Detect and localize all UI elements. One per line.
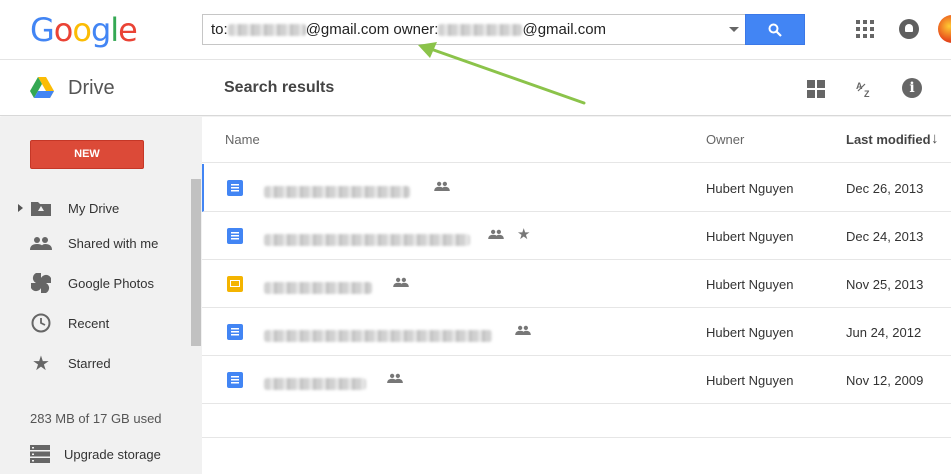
column-last-modified[interactable]: Last modified [846,132,931,147]
photos-icon [30,272,52,294]
sidebar-item-my-drive[interactable]: My Drive [0,194,190,222]
table-row[interactable]: Hubert Nguyen Nov 25, 2013 [202,260,951,308]
sidebar-item-recent[interactable]: Recent [0,309,190,337]
file-owner: Hubert Nguyen [706,373,794,388]
file-modified: Nov 12, 2009 [846,373,924,388]
clock-icon [30,312,52,334]
storage-usage: 283 MB of 17 GB used [30,411,162,426]
apps-grid-icon[interactable] [856,20,874,38]
sidebar-item-label: Starred [68,355,111,371]
table-row[interactable]: Hubert Nguyen Nov 12, 2009 [202,356,951,404]
file-list: Name Owner Last modified ↓ Hubert Nguyen… [202,117,951,474]
logo-letter: o [53,11,74,49]
file-modified: Nov 25, 2013 [846,277,924,292]
logo-letter: g [90,11,111,49]
file-owner: Hubert Nguyen [706,325,794,340]
sort-icon-glyph: A Z [856,81,871,99]
avatar[interactable] [938,15,951,43]
list-header: Name Owner Last modified ↓ [202,117,951,163]
sort-descending-arrow-icon[interactable]: ↓ [931,130,939,147]
sidebar-item-photos[interactable]: Google Photos [0,269,190,297]
sidebar-scrollbar[interactable] [191,179,201,346]
my-drive-icon [30,197,52,219]
new-button[interactable]: NEW [30,140,144,169]
file-name-redacted[interactable] [264,183,410,201]
upgrade-storage-label: Upgrade storage [64,446,161,462]
sidebar-item-label: Recent [68,315,110,331]
svg-text:Z: Z [864,89,870,99]
top-bar: Google to: @gmail.com owner: @gmail.com [0,0,951,60]
sidebar-item-shared[interactable]: Shared with me [0,229,190,257]
file-modified: Dec 26, 2013 [846,181,924,196]
shared-icon [393,277,409,287]
shared-icon [387,373,403,383]
sidebar-item-label: Google Photos [68,275,155,291]
shared-icon [488,229,504,239]
shared-icon [515,325,531,335]
sidebar-item-label: My Drive [68,200,120,216]
info-icon[interactable]: i [902,78,922,98]
logo-letter: G [30,11,55,49]
search-prefix: to: [211,21,228,38]
file-modified: Jun 24, 2012 [846,325,922,340]
file-name-redacted[interactable] [264,375,366,393]
google-doc-icon [227,228,243,244]
expand-caret-icon[interactable] [18,204,23,212]
logo-letter: o [72,11,92,49]
search-query: to: @gmail.com owner: @gmail.com [211,21,606,38]
file-modified: Dec 24, 2013 [846,229,924,244]
table-row[interactable]: Hubert Nguyen Jun 24, 2012 [202,308,951,356]
upgrade-storage-link[interactable]: Upgrade storage [30,443,161,465]
app-name[interactable]: Drive [68,77,115,100]
shared-icon [434,181,450,191]
search-button[interactable] [745,14,805,45]
search-middle: @gmail.com owner: [305,21,439,38]
google-slides-icon [227,276,243,292]
logo-letter: e [118,11,138,49]
search-options-dropdown-icon[interactable] [729,27,739,32]
google-logo[interactable]: Google [30,11,138,49]
file-name-redacted[interactable] [264,231,470,249]
starred-icon[interactable]: ★ [517,225,530,243]
file-owner: Hubert Nguyen [706,181,794,196]
notifications-bell-icon[interactable] [899,19,919,39]
logo-letter: l [110,11,119,49]
sidebar-item-label: Shared with me [68,235,159,251]
sort-az-icon[interactable]: A Z [855,79,875,102]
storage-icon [30,445,50,463]
redacted-email [227,23,306,36]
drive-logo-icon[interactable] [30,77,54,98]
file-owner: Hubert Nguyen [706,277,794,292]
list-footer-row [202,403,951,438]
google-doc-icon [227,324,243,340]
sidebar-item-starred[interactable]: ★ Starred [0,349,190,377]
redacted-email [438,23,523,36]
google-doc-icon [227,180,243,196]
grid-view-icon[interactable] [807,80,825,98]
search-input[interactable]: to: @gmail.com owner: @gmail.com [202,14,745,45]
file-owner: Hubert Nguyen [706,229,794,244]
file-name-redacted[interactable] [264,279,372,297]
column-name[interactable]: Name [225,132,260,147]
page-title: Search results [224,79,335,96]
shared-icon [30,232,52,254]
column-owner[interactable]: Owner [706,132,744,147]
star-icon: ★ [32,351,50,375]
search-suffix: @gmail.com [522,21,607,38]
table-row[interactable]: ★ Hubert Nguyen Dec 24, 2013 [202,212,951,260]
sidebar: NEW My Drive Shared with me Google Photo… [0,117,202,474]
file-name-redacted[interactable] [264,327,492,345]
search-icon [768,23,782,37]
google-doc-icon [227,372,243,388]
table-row[interactable]: Hubert Nguyen Dec 26, 2013 [202,164,951,212]
